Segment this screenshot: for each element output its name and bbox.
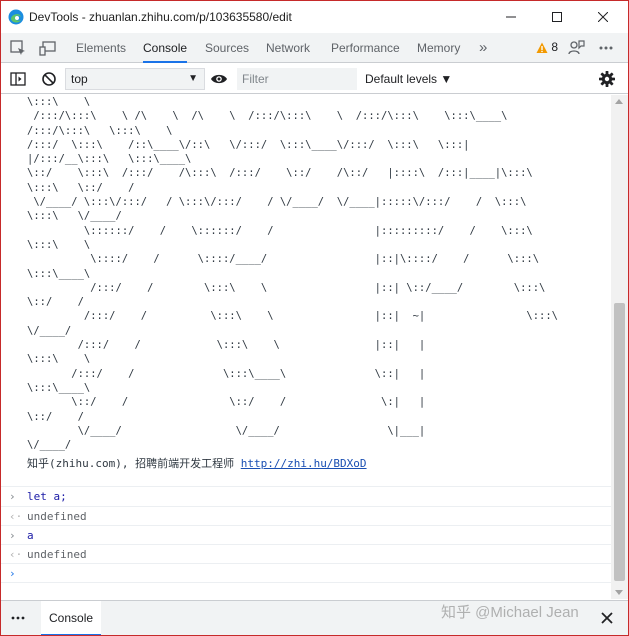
live-expression-eye-icon[interactable] (210, 70, 228, 88)
ascii-art-line: \:::\ \/____/ (27, 210, 122, 223)
ascii-art-line: /:::/ \:::\ /::\____\/::\ \/:::/ \:::\__… (27, 138, 470, 151)
ascii-art-line: /:::/\:::\ \ /\ \ /\ \ /:::/\:::\ \ /:::… (27, 110, 508, 123)
title-bar: DevTools - zhuanlan.zhihu.com/p/10363558… (1, 1, 628, 33)
ascii-art-line: \::/ \:::\ /:::/ /\:::\ /:::/ \::/ /\::/… (27, 167, 533, 180)
ascii-art-line: \/____/ (27, 324, 72, 337)
devtools-tab-bar: Elements Console Sources Network Perform… (1, 33, 628, 63)
close-window-button[interactable] (580, 1, 626, 33)
ascii-art-line: |/:::/__\:::\ \:::\____\ (27, 153, 192, 166)
watermark: 知乎 @Michael Jean (441, 604, 579, 621)
console-input-text: a (27, 529, 34, 542)
scrollbar-thumb[interactable] (614, 303, 625, 581)
console-input-row: › a (1, 525, 611, 545)
warning-icon (536, 40, 548, 54)
close-icon[interactable] (599, 610, 615, 626)
ascii-art-line: \/____/ (27, 439, 72, 452)
tab-network[interactable]: Network (266, 33, 310, 63)
console-toolbar: top ▼ Default levels ▼ (1, 64, 628, 94)
ascii-art-line: /:::/ / \:::\____\ \::| | (27, 367, 426, 380)
tab-memory[interactable]: Memory (417, 33, 460, 63)
maximize-button[interactable] (534, 1, 580, 33)
drawer-tab-bar: Console 知乎 @Michael Jean (1, 600, 628, 635)
drawer-tab-console[interactable]: Console (41, 601, 102, 635)
input-chevron-icon: › (9, 490, 16, 503)
console-result-row: ‹· undefined (1, 544, 611, 564)
tab-elements[interactable]: Elements (76, 33, 126, 63)
ascii-art-line: \/____/ \/____/ \|___| (27, 424, 426, 437)
scroll-down-arrow-icon[interactable] (615, 590, 623, 595)
ascii-art-line: \:::\____\ (27, 381, 91, 394)
devtools-window: DevTools - zhuanlan.zhihu.com/p/10363558… (0, 0, 629, 636)
ascii-art-line: \:::\ \ (27, 238, 91, 251)
tab-performance[interactable]: Performance (331, 33, 400, 63)
tab-sources[interactable]: Sources (205, 33, 249, 63)
ascii-art-log: \:::\ \ /:::/\:::\ \ /\ \ /\ \ /:::/\:::… (27, 95, 558, 452)
sidebar-toggle-icon[interactable] (9, 70, 27, 88)
ascii-art-line: \::::::/ / \::::::/ / |:::::::::/ / \:::… (27, 224, 533, 237)
warning-count: 8 (551, 40, 559, 54)
console-result-text: undefined (27, 548, 87, 561)
scroll-up-arrow-icon[interactable] (615, 99, 623, 104)
ascii-art-line: /:::/ / \:::\ \ |::| \::/____/ \:::\ (27, 281, 546, 294)
ascii-art-line: \:::\ \::/ / (27, 181, 135, 194)
execution-context-value: top (71, 72, 88, 86)
ascii-art-line: \::/ / \::/ / \:| | (27, 396, 426, 409)
window-title: DevTools - zhuanlan.zhihu.com/p/10363558… (29, 10, 292, 24)
inspect-element-icon[interactable] (9, 39, 27, 57)
ascii-art-line: \::::/ / \::::/____/ |::|\::::/ / \:::\ (27, 253, 540, 266)
filter-input[interactable] (237, 68, 357, 90)
ascii-art-line: \::/ / (27, 410, 84, 423)
drawer-menu-icon[interactable] (10, 609, 26, 628)
execution-context-select[interactable]: top ▼ (65, 68, 205, 90)
log-message-text: 知乎(zhihu.com), 招聘前端开发工程师 (27, 457, 241, 470)
ascii-art-line: \:::\ \ (27, 353, 91, 366)
edge-icon (8, 9, 24, 25)
log-message: 知乎(zhihu.com), 招聘前端开发工程师 http://zhi.hu/B… (27, 455, 367, 471)
ascii-art-line: \:::\____\ (27, 267, 91, 280)
result-chevron-icon: ‹· (9, 548, 23, 561)
minimize-button[interactable] (488, 1, 534, 33)
console-result-text: undefined (27, 510, 87, 523)
ascii-art-line: \/____/ \:::\/:::/ / \:::\/:::/ / \/____… (27, 196, 527, 209)
console-result-row: ‹· undefined (1, 506, 611, 526)
log-message-link[interactable]: http://zhi.hu/BDXoD (241, 457, 367, 470)
settings-gear-icon[interactable] (598, 70, 616, 88)
console-input-text: let a; (27, 490, 67, 503)
ascii-art-line: \::/ / (27, 296, 84, 309)
console-input-row: › let a; (1, 486, 611, 506)
warnings-counter[interactable]: 8 (536, 40, 558, 54)
result-chevron-icon: ‹· (9, 510, 23, 523)
tab-console[interactable]: Console (143, 33, 188, 63)
ascii-art-line: /:::/ / \:::\ \ |::| ~| \:::\ (27, 310, 559, 323)
console-scrollbar[interactable] (611, 95, 628, 599)
log-levels-dropdown[interactable]: Default levels ▼ (365, 72, 452, 86)
ascii-art-line: /:::/ / \:::\ \ |::| | (27, 339, 426, 352)
device-toolbar-icon[interactable] (39, 39, 57, 57)
console-prompt[interactable]: › (1, 563, 611, 583)
prompt-chevron-icon: › (9, 567, 16, 580)
feedback-icon[interactable] (567, 39, 585, 57)
more-tabs-button[interactable]: » (479, 33, 487, 63)
more-options-icon[interactable] (597, 39, 615, 57)
console-output: \:::\ \ /:::/\:::\ \ /\ \ /\ \ /:::/\:::… (1, 95, 611, 599)
dropdown-arrow-icon: ▼ (188, 73, 198, 84)
clear-console-icon[interactable] (40, 70, 58, 88)
ascii-art-line: /:::/\:::\ \:::\ \ (27, 124, 173, 137)
input-chevron-icon: › (9, 529, 16, 542)
ascii-art-line: \:::\ \ (27, 96, 91, 108)
